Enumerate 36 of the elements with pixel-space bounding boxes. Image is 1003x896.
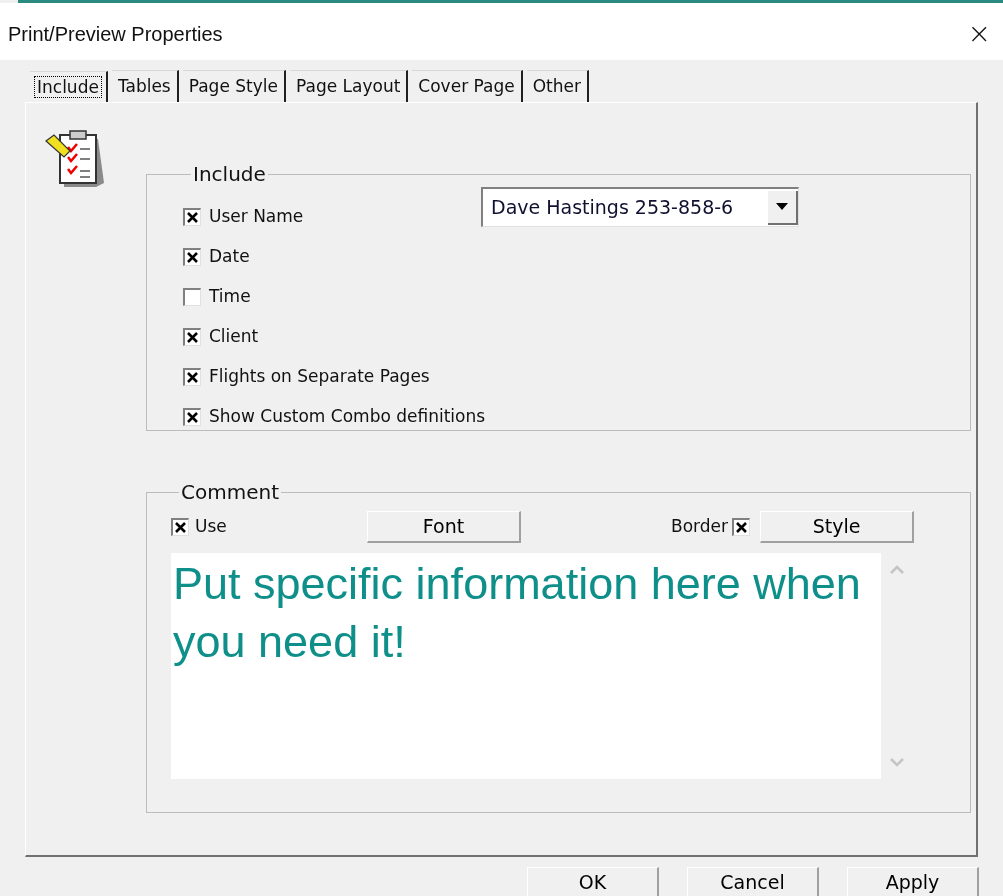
font-button[interactable]: Font	[367, 511, 521, 543]
tab[interactable]: Tables	[111, 70, 179, 102]
checkbox[interactable]	[183, 328, 201, 346]
dropdown-value: Dave Hastings 253-858-6	[490, 195, 735, 221]
group-title: Comment	[180, 479, 280, 506]
comment-text: Put specific information here when you need it!	[173, 557, 862, 669]
dialog-button[interactable]: Cancel	[687, 867, 819, 896]
comment-text-area[interactable]: Put specific information here when you need it!	[171, 553, 881, 779]
tab[interactable]: Cover Page	[412, 70, 523, 102]
user-dropdown[interactable]: Dave Hastings 253-858-6	[481, 187, 799, 227]
checkbox-label: Show Custom Combo definitions	[209, 405, 486, 429]
checkbox[interactable]	[183, 208, 201, 226]
tab[interactable]: Other	[526, 70, 589, 102]
close-button[interactable]: ×	[967, 19, 991, 48]
window-title: Print/Preview Properties	[8, 21, 223, 47]
dialog-button[interactable]: OK	[527, 867, 659, 896]
checkbox[interactable]	[183, 288, 201, 306]
style-button[interactable]: Style	[760, 511, 914, 543]
checkbox[interactable]	[183, 248, 201, 266]
dialog-button[interactable]: Apply	[847, 867, 979, 896]
checkbox[interactable]	[183, 368, 201, 386]
checkbox-label: Use	[195, 515, 227, 539]
checkbox-label: Time	[209, 285, 251, 309]
checkbox[interactable]	[732, 518, 750, 536]
checkbox-label: Client	[209, 325, 259, 349]
caret-icon	[776, 203, 788, 210]
checkbox[interactable]	[183, 408, 201, 426]
tab[interactable]: Page Layout	[290, 70, 409, 102]
checkbox-label: Flights on Separate Pages	[209, 365, 430, 389]
checkbox-label: Date	[209, 245, 250, 269]
tab[interactable]: Include	[30, 71, 108, 103]
checkbox-label: User Name	[209, 205, 304, 229]
group-title: Include	[192, 161, 267, 188]
checkbox-label: Border	[671, 515, 728, 539]
tab[interactable]: Page Style	[182, 70, 286, 102]
checkbox[interactable]	[171, 518, 189, 536]
